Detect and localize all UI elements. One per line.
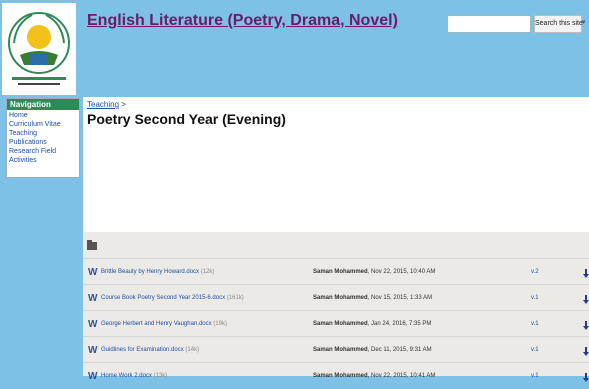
file-meta: Saman Mohammed, Dec 11, 2015, 9:31 AM bbox=[313, 347, 432, 353]
file-author: Saman Mohammed bbox=[313, 295, 368, 301]
file-author: Saman Mohammed bbox=[313, 347, 368, 353]
file-date: , Jan 24, 2016, 7:35 PM bbox=[367, 321, 432, 327]
file-size: (12k) bbox=[200, 269, 215, 275]
file-link[interactable]: Home Work 2.docx (13k) bbox=[101, 373, 167, 379]
file-row: W Course Book Poetry Second Year 2015-6.… bbox=[83, 284, 589, 311]
search-input[interactable] bbox=[447, 15, 531, 33]
file-meta: Saman Mohammed, Jan 24, 2016, 7:35 PM bbox=[313, 321, 431, 327]
word-document-icon: W bbox=[88, 267, 98, 278]
file-date: , Nov 15, 2015, 1:33 AM bbox=[367, 295, 433, 301]
site-header: English Literature (Poetry, Drama, Novel… bbox=[0, 0, 589, 96]
file-meta: Saman Mohammed, Nov 22, 2015, 10:40 AM bbox=[313, 269, 435, 275]
site-title-link[interactable]: English Literature (Poetry, Drama, Novel… bbox=[87, 12, 398, 30]
word-document-icon: W bbox=[88, 319, 98, 330]
file-size: (13k) bbox=[153, 373, 168, 379]
sidebar-item-research-field[interactable]: Research Field bbox=[9, 147, 77, 156]
search-button[interactable]: Search this site bbox=[534, 15, 583, 33]
word-document-icon: W bbox=[88, 371, 98, 382]
file-cabinet: W Brittle Beauty by Henry Howard.docx (1… bbox=[83, 232, 589, 382]
file-author: Saman Mohammed bbox=[313, 321, 368, 327]
file-row: W Brittle Beauty by Henry Howard.docx (1… bbox=[83, 258, 589, 285]
file-row: W George Herbert and Henry Vaughan.docx … bbox=[83, 310, 589, 337]
sidebar-item-activities[interactable]: Activities bbox=[9, 156, 77, 165]
file-version-link[interactable]: v.1 bbox=[531, 373, 539, 379]
file-meta: Saman Mohammed, Nov 15, 2015, 1:33 AM bbox=[313, 295, 432, 301]
file-version-link[interactable]: v.1 bbox=[531, 321, 539, 327]
file-size: (161k) bbox=[226, 295, 244, 301]
main-content: Teaching > Poetry Second Year (Evening) bbox=[83, 97, 589, 232]
file-date: , Nov 22, 2015, 10:41 AM bbox=[367, 373, 436, 379]
file-link[interactable]: Brittle Beauty by Henry Howard.docx (12k… bbox=[101, 269, 214, 275]
breadcrumb-teaching-link[interactable]: Teaching bbox=[87, 100, 119, 109]
word-document-icon: W bbox=[88, 293, 98, 304]
download-icon[interactable] bbox=[583, 292, 589, 304]
sidebar-item-home[interactable]: Home bbox=[9, 111, 77, 120]
file-author: Saman Mohammed bbox=[313, 269, 368, 275]
file-date: , Dec 11, 2015, 9:31 AM bbox=[367, 347, 432, 353]
university-logo-icon[interactable] bbox=[2, 3, 76, 95]
nav-heading: Navigation bbox=[7, 99, 79, 110]
sidebar-item-publications[interactable]: Publications bbox=[9, 138, 77, 147]
sidebar-item-curriculum-vitae[interactable]: Curriculum Vitae bbox=[9, 120, 77, 129]
file-link[interactable]: George Herbert and Henry Vaughan.docx (1… bbox=[101, 321, 227, 327]
file-author: Saman Mohammed bbox=[313, 373, 368, 379]
sidebar-item-teaching[interactable]: Teaching bbox=[9, 129, 77, 138]
breadcrumb-separator: > bbox=[121, 100, 126, 109]
folder-icon[interactable] bbox=[87, 240, 97, 250]
file-date: , Nov 22, 2015, 10:40 AM bbox=[367, 269, 436, 275]
download-icon[interactable] bbox=[583, 266, 589, 278]
navigation-sidebar: Navigation Home Curriculum Vitae Teachin… bbox=[6, 98, 80, 178]
search-dropdown-icon[interactable]: ▾ bbox=[582, 15, 589, 33]
file-version-link[interactable]: v.2 bbox=[531, 269, 539, 275]
file-row: W Guidlines for Examination.docx (14k) S… bbox=[83, 336, 589, 363]
file-link[interactable]: Course Book Poetry Second Year 2015-6.do… bbox=[101, 295, 244, 301]
download-icon[interactable] bbox=[583, 344, 589, 356]
download-icon[interactable] bbox=[583, 370, 589, 382]
file-size: (14k) bbox=[185, 347, 200, 353]
file-meta: Saman Mohammed, Nov 22, 2015, 10:41 AM bbox=[313, 373, 435, 379]
download-icon[interactable] bbox=[583, 318, 589, 330]
word-document-icon: W bbox=[88, 345, 98, 356]
file-size: (19k) bbox=[213, 321, 227, 327]
file-version-link[interactable]: v.1 bbox=[531, 347, 539, 353]
file-link[interactable]: Guidlines for Examination.docx (14k) bbox=[101, 347, 199, 353]
page-title: Poetry Second Year (Evening) bbox=[87, 111, 286, 127]
folder-row bbox=[83, 232, 589, 258]
breadcrumb: Teaching > bbox=[87, 100, 126, 109]
file-version-link[interactable]: v.1 bbox=[531, 295, 539, 301]
